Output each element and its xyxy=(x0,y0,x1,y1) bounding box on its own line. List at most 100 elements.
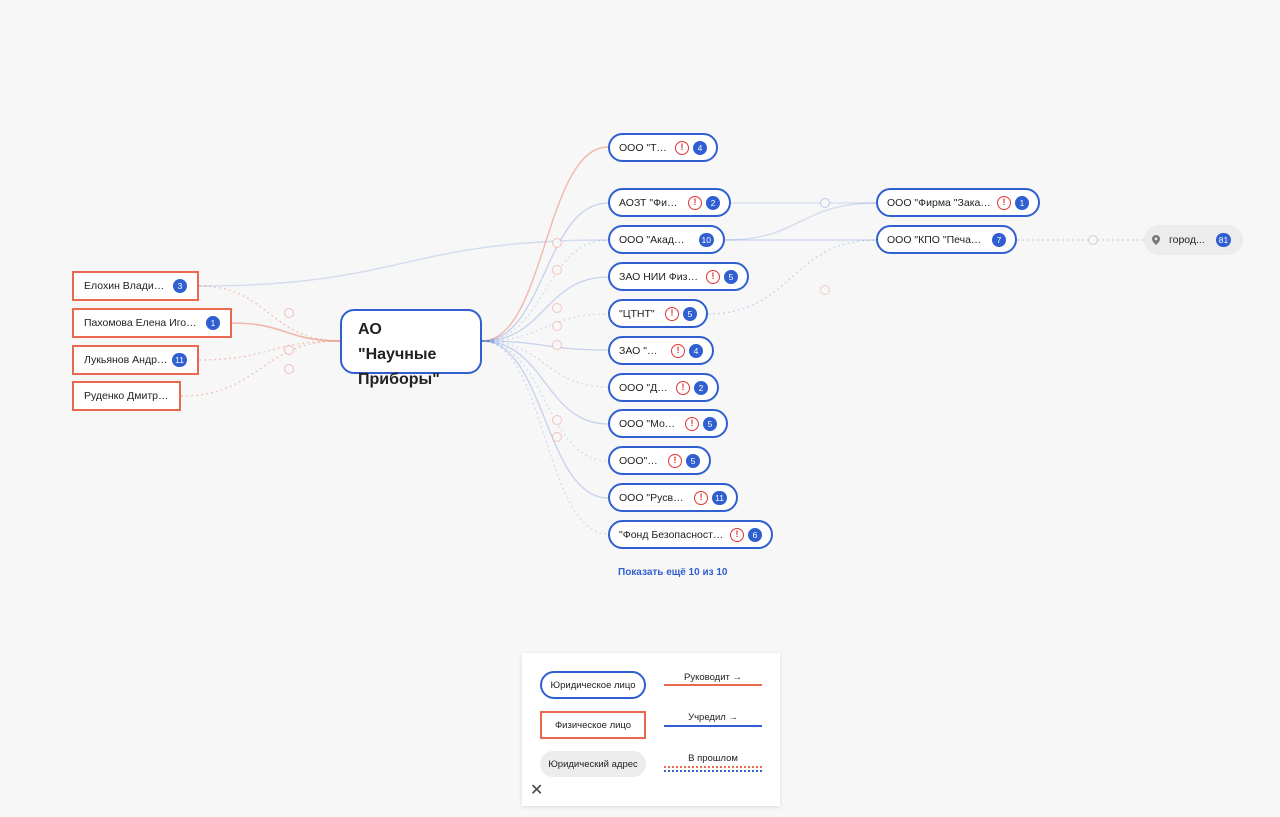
legend-manages-line xyxy=(664,684,762,686)
node-label: ООО "ТДАЭ" xyxy=(619,141,669,154)
edge xyxy=(481,276,609,342)
node-label: ООО "Фирма "Заказчик" xyxy=(887,196,991,209)
node-label: Пахомова Елена Игоревна xyxy=(84,317,202,329)
company-node[interactable]: ООО"ЦСП" ! 5 xyxy=(608,446,711,475)
node-label: ЗАО НИИ Физики... xyxy=(619,270,700,283)
count-badge: 81 xyxy=(1215,233,1232,247)
count-badge: 2 xyxy=(694,380,708,395)
edge xyxy=(481,239,609,342)
count-badge: 11 xyxy=(712,490,727,505)
node-label: ЗАО "СКБ... xyxy=(619,344,665,357)
edge xyxy=(481,146,609,342)
legend-panel: Юридическое лицо Физическое лицо Юридиче… xyxy=(522,653,780,806)
company-node[interactable]: ООО "Фирма "Заказчик" ! 1 xyxy=(876,188,1040,217)
node-label: ООО "Джем" xyxy=(619,381,670,394)
count-badge: 4 xyxy=(693,140,707,155)
edge-marker xyxy=(284,308,294,318)
person-node[interactable]: Руденко Дмитрий... xyxy=(72,381,181,411)
count-badge: 1 xyxy=(1015,195,1029,210)
center-label: АО "Научные Приборы" xyxy=(358,321,440,388)
legend-manages-label: Руководит → xyxy=(684,672,742,683)
node-label: ООО "КПО "Печатные... xyxy=(887,233,984,246)
count-badge: 2 xyxy=(706,195,720,210)
node-label: ООО "Академия" xyxy=(619,233,689,246)
edge xyxy=(231,322,341,342)
edge-marker xyxy=(552,303,562,313)
legend-past-line-red xyxy=(664,766,762,768)
person-node[interactable]: Пахомова Елена Игоревна 1 xyxy=(72,308,232,338)
edge-marker xyxy=(552,415,562,425)
warning-icon: ! xyxy=(665,306,679,321)
node-label: Елохин Владимир... xyxy=(84,280,169,292)
edge xyxy=(481,202,609,342)
count-badge: 7 xyxy=(992,232,1006,247)
legend-founded-label: Учредил → xyxy=(688,712,738,723)
company-node[interactable]: ООО "Джем" ! 2 xyxy=(608,373,719,402)
edge-marker xyxy=(552,321,562,331)
edge-marker xyxy=(552,432,562,442)
warning-icon: ! xyxy=(688,195,702,210)
node-label: Руденко Дмитрий... xyxy=(84,390,169,402)
close-icon[interactable]: ✕ xyxy=(530,783,543,799)
node-label: "ЦТНТ" xyxy=(619,307,655,320)
warning-icon: ! xyxy=(671,343,685,358)
legend-past-line-blue xyxy=(664,770,762,772)
legend-founded-line xyxy=(664,725,762,727)
warning-icon: ! xyxy=(730,527,744,542)
company-node[interactable]: ООО "Модус+" ! 5 xyxy=(608,409,728,438)
edge xyxy=(724,202,877,241)
edge xyxy=(198,239,609,287)
edge xyxy=(481,340,609,535)
edge xyxy=(481,340,609,462)
node-label: "Фонд Безопасности и... xyxy=(619,528,724,541)
company-node[interactable]: "ЦТНТ" ! 5 xyxy=(608,299,708,328)
edge xyxy=(481,340,609,425)
edge-marker xyxy=(284,345,294,355)
legend-past-label: В прошлом xyxy=(688,753,738,764)
company-node[interactable]: "Фонд Безопасности и... ! 6 xyxy=(608,520,773,549)
address-node[interactable]: город... 81 xyxy=(1144,225,1243,255)
edge-marker xyxy=(552,238,562,248)
company-node[interactable]: ООО "ТДАЭ" ! 4 xyxy=(608,133,718,162)
company-node[interactable]: АОЗТ "Фирма... ! 2 xyxy=(608,188,731,217)
count-badge: 10 xyxy=(698,232,714,247)
warning-icon: ! xyxy=(706,269,720,284)
legend-legal-address: Юридический адрес xyxy=(540,751,646,777)
company-node[interactable]: ЗАО "СКБ... ! 4 xyxy=(608,336,714,365)
count-badge: 5 xyxy=(724,269,738,284)
warning-icon: ! xyxy=(997,195,1011,210)
count-badge: 5 xyxy=(683,306,697,321)
company-node[interactable]: ООО "Русвэйко" ! 11 xyxy=(608,483,738,512)
node-label: город... xyxy=(1169,234,1205,246)
company-node[interactable]: ООО "КПО "Печатные... 7 xyxy=(876,225,1017,254)
show-more-link[interactable]: Показать ещё 10 из 10 xyxy=(618,567,727,578)
edge xyxy=(198,340,341,361)
edge xyxy=(481,313,609,342)
legend-legal-entity: Юридическое лицо xyxy=(540,671,646,699)
company-node[interactable]: ЗАО НИИ Физики... ! 5 xyxy=(608,262,749,291)
person-node[interactable]: Елохин Владимир... 3 xyxy=(72,271,199,301)
warning-icon: ! xyxy=(694,490,709,505)
legend-physical-person: Физическое лицо xyxy=(540,711,646,739)
count-badge: 4 xyxy=(689,343,703,358)
node-label: ООО "Модус+" xyxy=(619,417,679,430)
warning-icon: ! xyxy=(676,380,690,395)
edge-marker xyxy=(820,198,830,208)
person-node[interactable]: Лукьянов Андрей... 11 xyxy=(72,345,199,375)
count-badge: 11 xyxy=(172,353,187,367)
count-badge: 3 xyxy=(173,279,187,293)
edge-marker xyxy=(1088,235,1098,245)
company-node[interactable]: ООО "Академия" 10 xyxy=(608,225,725,254)
warning-icon: ! xyxy=(668,453,682,468)
edge-marker xyxy=(552,340,562,350)
edge xyxy=(481,340,609,388)
edge-marker xyxy=(552,265,562,275)
center-company-node[interactable]: АО "Научные Приборы" xyxy=(340,309,482,388)
count-badge: 1 xyxy=(206,316,220,330)
node-label: ООО"ЦСП" xyxy=(619,454,662,467)
count-badge: 5 xyxy=(703,416,717,431)
count-badge: 5 xyxy=(686,453,700,468)
map-pin-icon xyxy=(1152,235,1160,245)
warning-icon: ! xyxy=(685,416,699,431)
node-label: Лукьянов Андрей... xyxy=(84,354,169,366)
